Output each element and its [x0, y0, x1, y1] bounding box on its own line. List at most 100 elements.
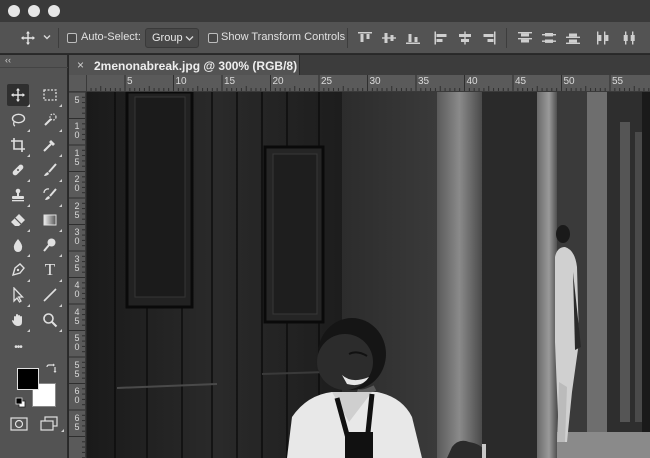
edit-toolbar-button[interactable]: ••• — [7, 336, 29, 358]
quick-select-tool[interactable] — [39, 109, 61, 131]
dodge-tool[interactable] — [39, 234, 61, 256]
ruler-label: 35 — [418, 76, 430, 87]
document-canvas[interactable] — [87, 92, 650, 458]
quick-mask-icon[interactable] — [10, 417, 28, 431]
distribute-bottom-icon[interactable] — [565, 31, 581, 45]
move-icon[interactable] — [20, 30, 36, 46]
pen-tool[interactable] — [7, 259, 29, 281]
ruler-label: 3 5 — [74, 253, 80, 273]
vertical-ruler[interactable]: 5 1 0 1 5 2 0 2 5 3 0 3 5 4 0 4 5 5 0 5 5 6 0 6 5 — [69, 92, 86, 458]
hand-tool[interactable] — [7, 309, 29, 331]
tool-group-indicator — [59, 179, 62, 182]
brush-icon — [44, 163, 57, 176]
align-right-icon[interactable] — [481, 31, 497, 45]
swap-colors-icon[interactable] — [45, 363, 57, 375]
type-icon: T — [44, 260, 56, 279]
options-divider — [347, 28, 348, 48]
minimize-window-button[interactable] — [28, 5, 40, 17]
tool-group-indicator — [27, 329, 30, 332]
brush-tool[interactable] — [39, 159, 61, 181]
ruler-label: 4 5 — [74, 306, 80, 326]
panel-divider — [0, 67, 68, 68]
ruler-label: 6 0 — [74, 386, 80, 405]
tool-group-indicator — [27, 104, 30, 107]
eyedropper-icon — [43, 140, 55, 152]
ruler-label: 30 — [369, 76, 381, 87]
horizontal-ruler[interactable]: 51015202530354045505560 — [87, 75, 650, 92]
drop-icon — [13, 239, 23, 252]
default-colors-icon[interactable] — [15, 397, 27, 409]
photo-image — [87, 92, 650, 458]
ruler-label: 2 0 — [74, 174, 80, 193]
tool-group-indicator — [59, 304, 62, 307]
path-select-tool[interactable] — [7, 284, 29, 306]
more-icon: ••• — [14, 341, 22, 353]
tool-group-indicator — [27, 254, 30, 257]
screen-mode-icon[interactable] — [40, 416, 58, 432]
zoom-tool[interactable] — [39, 309, 61, 331]
align-horizontal-center-icon[interactable] — [457, 31, 473, 45]
auto-select-checkbox[interactable] — [67, 33, 77, 43]
ruler-label: 20 — [272, 76, 284, 87]
move-icon — [11, 88, 25, 102]
foreground-color-swatch[interactable] — [17, 368, 39, 390]
blur-tool[interactable] — [7, 234, 29, 256]
crop-tool[interactable] — [7, 134, 29, 156]
auto-select-dropdown[interactable]: Group — [145, 28, 199, 48]
chevron-down-icon — [185, 36, 194, 41]
gradient-tool[interactable] — [39, 209, 61, 231]
tool-group-indicator — [27, 179, 30, 182]
align-vertical-center-icon[interactable] — [381, 31, 397, 45]
document-tab-bar: × 2menonabreak.jpg @ 300% (RGB/8) — [69, 55, 650, 75]
close-window-button[interactable] — [8, 5, 20, 17]
options-bar: Auto-Select: Group Show Transform Contro… — [0, 22, 650, 54]
ruler-label: 5 5 — [74, 359, 80, 379]
options-divider — [58, 28, 59, 48]
type-tool[interactable]: T — [39, 259, 61, 281]
tool-group-indicator — [27, 304, 30, 307]
collapse-panel-button[interactable]: ‹‹ — [5, 55, 11, 65]
move-tool[interactable] — [7, 84, 29, 106]
line-tool[interactable] — [39, 284, 61, 306]
gradient-icon — [43, 214, 57, 226]
zoom-window-button[interactable] — [48, 5, 60, 17]
distribute-top-icon[interactable] — [517, 31, 533, 45]
ruler-label: 15 — [224, 76, 236, 87]
window-title-bar — [0, 0, 650, 22]
chevron-down-icon[interactable] — [42, 32, 52, 42]
eyedropper-tool[interactable] — [39, 134, 61, 156]
ruler-label: 5 — [74, 94, 80, 105]
ruler-label: 45 — [515, 76, 527, 87]
stamp-tool[interactable] — [7, 184, 29, 206]
distribute-horizontal-center-icon[interactable] — [621, 31, 637, 45]
document-tab[interactable]: × 2menonabreak.jpg @ 300% (RGB/8) — [69, 55, 300, 75]
distribute-vertical-center-icon[interactable] — [541, 31, 557, 45]
ruler-label: 3 0 — [74, 227, 80, 246]
tool-group-indicator — [59, 129, 62, 132]
align-top-icon[interactable] — [357, 31, 373, 45]
history-brush-icon — [43, 188, 57, 200]
dodge-icon — [43, 238, 56, 252]
ruler-origin[interactable] — [69, 75, 87, 92]
history-brush-tool[interactable] — [39, 184, 61, 206]
ruler-label: 5 0 — [74, 333, 80, 352]
ruler-label: 1 0 — [74, 121, 80, 140]
arrow-icon — [13, 287, 25, 303]
ruler-label: 4 0 — [74, 280, 80, 299]
tool-group-indicator — [59, 254, 62, 257]
healing-tool[interactable] — [7, 159, 29, 181]
distribute-left-icon[interactable] — [595, 31, 611, 45]
align-bottom-icon[interactable] — [405, 31, 421, 45]
align-left-icon[interactable] — [433, 31, 449, 45]
tool-group-indicator — [59, 204, 62, 207]
ruler-label: 25 — [321, 76, 333, 87]
line-icon — [43, 288, 57, 302]
ruler-label: 1 5 — [74, 147, 80, 167]
close-tab-icon[interactable]: × — [77, 58, 84, 72]
ruler-label: 50 — [563, 76, 575, 87]
marquee-tool[interactable] — [39, 84, 61, 106]
lasso-tool[interactable] — [7, 109, 29, 131]
show-transform-checkbox[interactable] — [208, 33, 218, 43]
eraser-tool[interactable] — [7, 209, 29, 231]
eraser-icon — [11, 214, 25, 226]
